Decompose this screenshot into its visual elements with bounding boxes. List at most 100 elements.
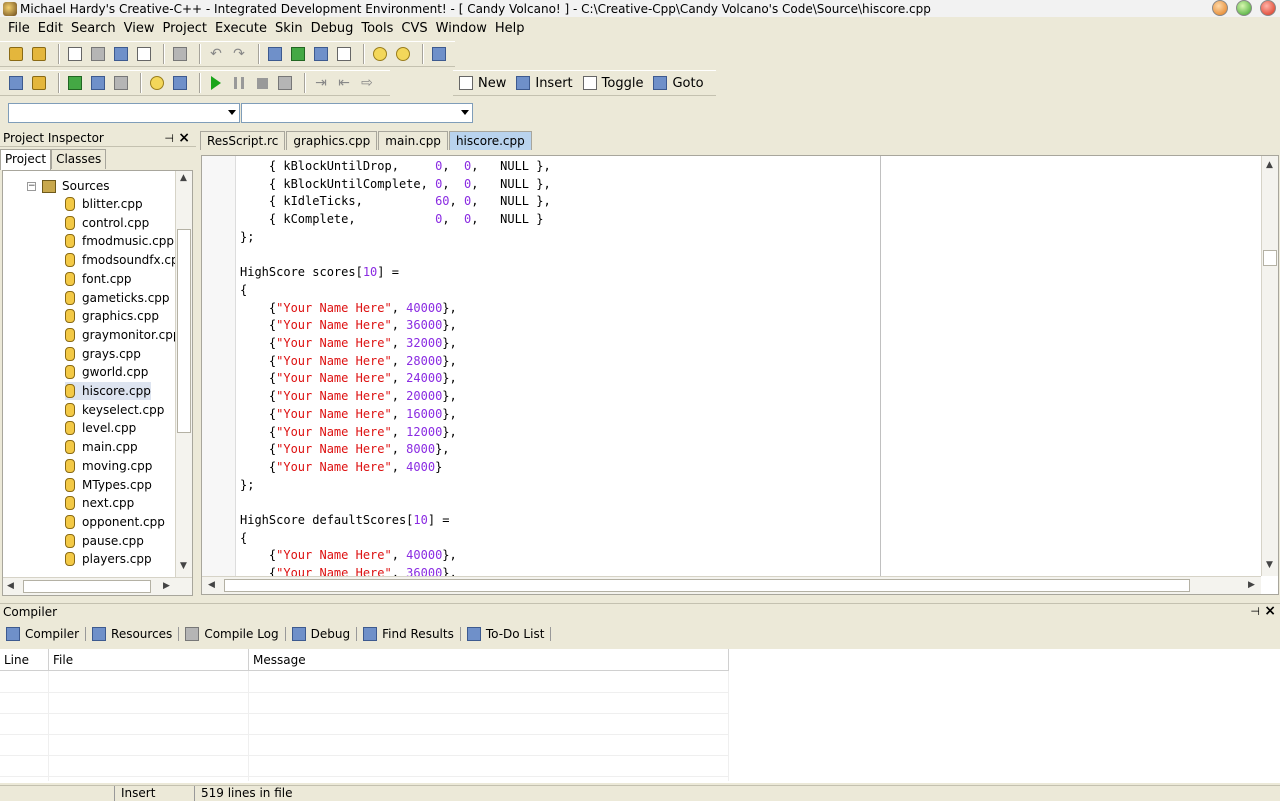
menu-search[interactable]: Search xyxy=(67,21,120,36)
tree-file-item[interactable]: next.cpp xyxy=(65,494,134,512)
tree-folder-sources[interactable]: − Sources xyxy=(27,177,109,195)
redo-button[interactable]: ↷ xyxy=(229,44,249,64)
tree-file-item[interactable]: hiscore.cpp xyxy=(65,382,151,400)
tree-file-item[interactable]: moving.cpp xyxy=(65,457,152,475)
print-button[interactable] xyxy=(170,44,190,64)
help-button[interactable] xyxy=(147,73,167,93)
compile-button[interactable] xyxy=(6,73,26,93)
scroll-left-icon[interactable]: ◀ xyxy=(7,581,14,591)
tab-compile-log[interactable]: Compile Log xyxy=(185,627,286,641)
menu-help[interactable]: Help xyxy=(491,21,529,36)
tab-graphics[interactable]: graphics.cpp xyxy=(286,131,378,150)
undo-button[interactable]: ↶ xyxy=(206,44,226,64)
find-button[interactable] xyxy=(265,44,285,64)
tab-todo-list[interactable]: To-Do List xyxy=(466,627,552,641)
member-combo[interactable] xyxy=(241,103,473,123)
menu-skin[interactable]: Skin xyxy=(271,21,307,36)
save-all-button[interactable] xyxy=(111,44,131,64)
tab-find-results[interactable]: Find Results xyxy=(363,627,461,641)
scroll-right-icon[interactable]: ▶ xyxy=(1248,580,1255,590)
close-file-button[interactable] xyxy=(134,44,154,64)
project-options-button[interactable] xyxy=(429,44,449,64)
menu-execute[interactable]: Execute xyxy=(211,21,271,36)
menu-window[interactable]: Window xyxy=(432,21,491,36)
class-combo[interactable] xyxy=(8,103,240,123)
tree-file-item[interactable]: players.cpp xyxy=(65,550,152,568)
close-icon[interactable]: × xyxy=(1264,603,1276,619)
scroll-left-icon[interactable]: ◀ xyxy=(208,580,215,590)
menu-debug[interactable]: Debug xyxy=(307,21,358,36)
editor-vertical-scrollbar[interactable]: ▲ ▼ xyxy=(1261,156,1278,576)
scroll-thumb[interactable] xyxy=(23,580,151,593)
tree-file-item[interactable]: blitter.cpp xyxy=(65,195,143,213)
toggle-button[interactable]: Toggle xyxy=(582,76,643,91)
scroll-thumb[interactable] xyxy=(177,229,191,433)
step-over-button[interactable]: ⇥ xyxy=(311,73,331,93)
run-button[interactable] xyxy=(29,73,49,93)
new-file-button[interactable] xyxy=(65,44,85,64)
scroll-up-icon[interactable]: ▲ xyxy=(1266,160,1273,170)
close-window-button[interactable] xyxy=(1260,0,1276,16)
new-button[interactable]: New xyxy=(459,76,506,91)
clean-button[interactable] xyxy=(111,73,131,93)
remove-from-project-button[interactable] xyxy=(393,44,413,64)
tree-file-item[interactable]: pause.cpp xyxy=(65,532,144,550)
step-into-button[interactable]: ⇤ xyxy=(334,73,354,93)
minimize-button[interactable] xyxy=(1212,0,1228,16)
scroll-up-icon[interactable]: ▲ xyxy=(180,173,187,183)
menu-tools[interactable]: Tools xyxy=(357,21,397,36)
tree-file-item[interactable]: MTypes.cpp xyxy=(65,476,152,494)
editor-horizontal-scrollbar[interactable]: ◀ ▶ xyxy=(202,576,1261,594)
debug-run-button[interactable] xyxy=(206,73,226,93)
scroll-thumb[interactable] xyxy=(224,579,1190,592)
pin-icon[interactable]: ⊣ xyxy=(164,132,174,145)
scroll-down-icon[interactable]: ▼ xyxy=(180,561,187,571)
insert-button[interactable]: Insert xyxy=(516,76,573,91)
tab-debug[interactable]: Debug xyxy=(291,627,358,641)
editor-gutter[interactable] xyxy=(202,156,236,576)
column-header-file[interactable]: File xyxy=(49,649,249,671)
collapse-icon[interactable]: − xyxy=(27,181,36,191)
tree-file-item[interactable]: keyselect.cpp xyxy=(65,401,164,419)
tree-file-item[interactable]: level.cpp xyxy=(65,419,136,437)
tree-file-item[interactable]: gameticks.cpp xyxy=(65,289,170,307)
tree-horizontal-scrollbar[interactable]: ◀ ▶ xyxy=(3,577,192,595)
code-editor[interactable]: { kBlockUntilDrop, 0, 0, NULL }, { kBloc… xyxy=(201,155,1279,595)
scroll-right-icon[interactable]: ▶ xyxy=(163,581,170,591)
debug-stop-button[interactable] xyxy=(252,73,272,93)
scroll-thumb[interactable] xyxy=(1263,250,1277,266)
tab-classes[interactable]: Classes xyxy=(51,149,107,169)
step-out-button[interactable]: ⇨ xyxy=(357,73,377,93)
replace-button[interactable] xyxy=(288,44,308,64)
tree-file-item[interactable]: opponent.cpp xyxy=(65,513,165,531)
tree-file-item[interactable]: graphics.cpp xyxy=(65,307,159,325)
tab-project[interactable]: Project xyxy=(0,149,52,170)
maximize-button[interactable] xyxy=(1236,0,1252,16)
code-text[interactable]: { kBlockUntilDrop, 0, 0, NULL }, { kBloc… xyxy=(240,158,551,583)
menu-file[interactable]: File xyxy=(4,21,34,36)
goto-button[interactable]: Goto xyxy=(653,76,704,91)
column-header-line[interactable]: Line xyxy=(0,649,49,671)
debug-pause-button[interactable] xyxy=(229,73,249,93)
debug-reset-button[interactable] xyxy=(275,73,295,93)
open-file-button[interactable] xyxy=(29,44,49,64)
tree-file-item[interactable]: fmodmusic.cpp xyxy=(65,232,174,250)
tab-resscript[interactable]: ResScript.rc xyxy=(200,131,286,150)
goto-line-button[interactable] xyxy=(334,44,354,64)
add-to-project-button[interactable] xyxy=(370,44,390,64)
menu-view[interactable]: View xyxy=(120,21,159,36)
rebuild-button[interactable] xyxy=(88,73,108,93)
tree-vertical-scrollbar[interactable]: ▲ ▼ xyxy=(175,171,192,577)
tree-file-item[interactable]: main.cpp xyxy=(65,438,138,456)
tab-compiler[interactable]: Compiler xyxy=(6,627,87,641)
menu-cvs[interactable]: CVS xyxy=(397,21,431,36)
find-next-button[interactable] xyxy=(311,44,331,64)
tab-resources[interactable]: Resources xyxy=(92,627,180,641)
tab-hiscore[interactable]: hiscore.cpp xyxy=(448,131,532,150)
tab-main[interactable]: main.cpp xyxy=(378,131,448,150)
tree-file-item[interactable]: gworld.cpp xyxy=(65,363,148,381)
menu-project[interactable]: Project xyxy=(158,21,210,36)
pin-icon[interactable]: ⊣ xyxy=(1250,605,1260,618)
scroll-down-icon[interactable]: ▼ xyxy=(1266,560,1273,570)
tree-file-item[interactable]: graymonitor.cpp xyxy=(65,326,181,344)
